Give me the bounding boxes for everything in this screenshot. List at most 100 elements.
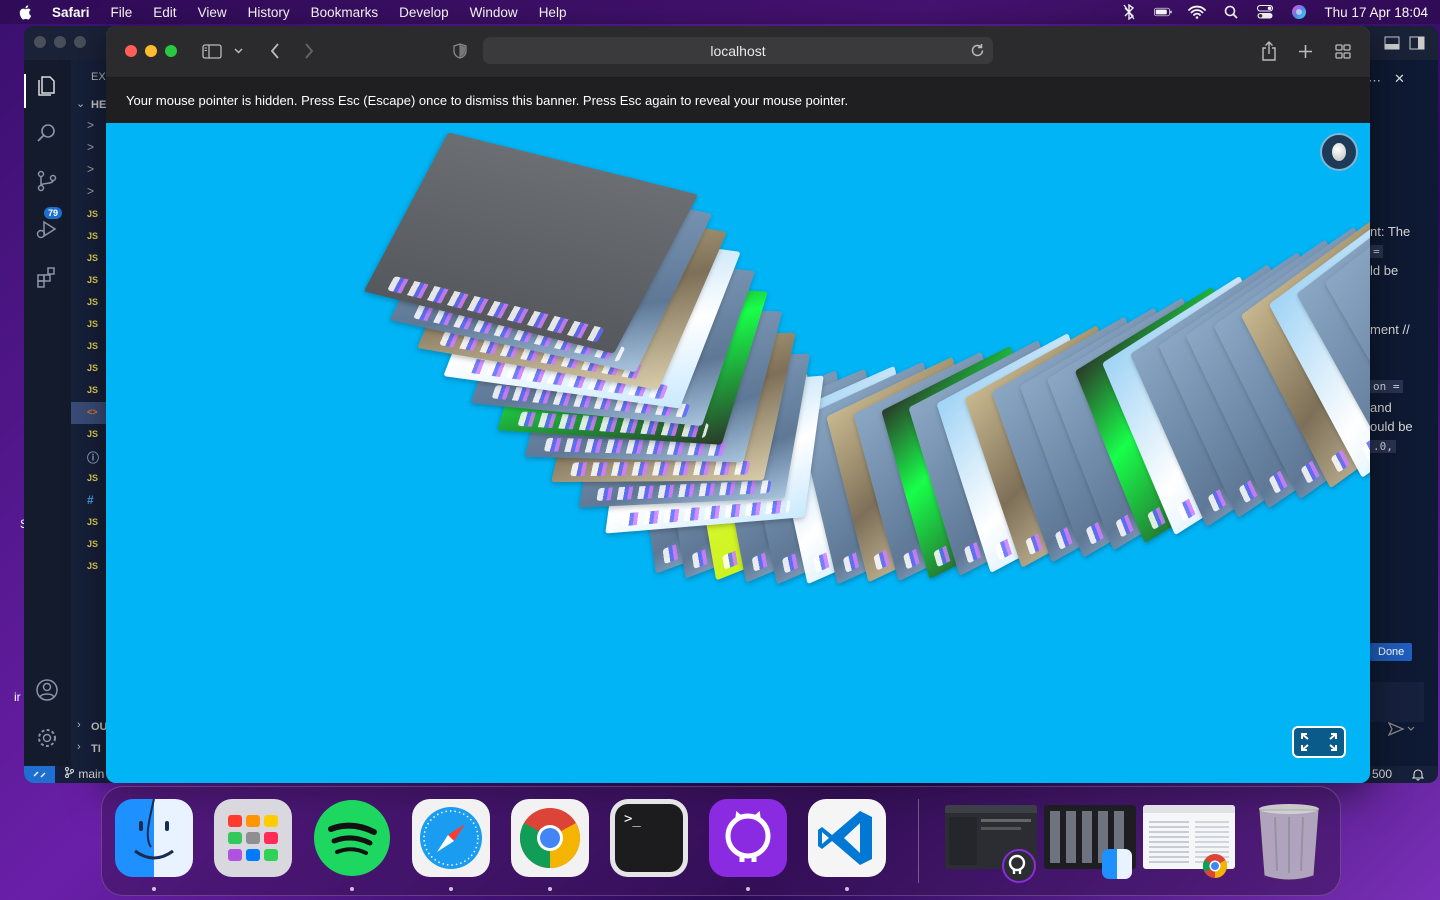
notifications-bell-icon[interactable] xyxy=(1412,768,1424,781)
fullscreen-button[interactable] xyxy=(1292,726,1346,758)
explorer-file-row[interactable]: JS xyxy=(71,534,107,556)
git-branch-status[interactable]: main xyxy=(64,767,104,781)
explorer-file-row[interactable]: > xyxy=(71,116,107,138)
forward-icon[interactable] xyxy=(298,41,320,61)
menu-window[interactable]: Window xyxy=(470,5,518,20)
send-icon[interactable] xyxy=(1388,722,1418,736)
toggle-panel-icon[interactable] xyxy=(1384,36,1400,50)
chevron-down-icon[interactable] xyxy=(232,41,244,61)
account-icon[interactable] xyxy=(35,678,59,702)
dock-chrome[interactable] xyxy=(511,799,589,877)
toggle-secondary-sidebar-icon[interactable] xyxy=(1409,36,1425,50)
dock-terminal[interactable]: >_ xyxy=(610,799,688,877)
privacy-shield-icon[interactable] xyxy=(449,41,471,61)
menu-edit[interactable]: Edit xyxy=(153,5,176,20)
explorer-file-row[interactable]: JS xyxy=(71,468,107,490)
js-file-icon: JS xyxy=(87,363,99,373)
remote-icon xyxy=(33,771,46,778)
webgl-canvas[interactable] xyxy=(106,123,1370,783)
close-window-button[interactable] xyxy=(125,45,137,57)
menu-bookmarks[interactable]: Bookmarks xyxy=(311,5,379,20)
explorer-file-row[interactable]: > xyxy=(71,138,107,160)
dock-safari[interactable] xyxy=(412,799,490,877)
explorer-file-row[interactable]: JS xyxy=(71,424,107,446)
dock-finder[interactable] xyxy=(115,799,193,877)
new-tab-icon[interactable] xyxy=(1294,41,1316,61)
outline-section-header[interactable]: › OU xyxy=(71,716,108,738)
avatar-orb[interactable] xyxy=(1320,133,1358,171)
control-center-icon[interactable] xyxy=(1256,4,1274,20)
explorer-file-row[interactable]: ⓘ xyxy=(71,446,107,468)
extensions-icon[interactable] xyxy=(35,265,59,289)
vscode-zoom-dot[interactable] xyxy=(74,36,86,48)
explorer-file-row[interactable]: JS xyxy=(71,292,107,314)
remote-indicator[interactable] xyxy=(24,766,55,783)
explorer-file-row[interactable]: JS xyxy=(71,270,107,292)
reload-icon[interactable] xyxy=(970,43,985,58)
explorer-file-row[interactable]: JS xyxy=(71,314,107,336)
explorer-file-row[interactable]: # xyxy=(71,490,107,512)
menu-view[interactable]: View xyxy=(198,5,227,20)
source-control-icon[interactable] xyxy=(35,169,59,193)
folder-file-icon: > xyxy=(87,184,95,198)
status-bar-item[interactable]: 500 xyxy=(1372,767,1392,781)
panel-close-icon[interactable]: ✕ xyxy=(1394,71,1405,87)
share-icon[interactable] xyxy=(1258,41,1280,61)
js-file-icon: JS xyxy=(87,385,99,395)
finder-icon xyxy=(134,799,174,860)
run-and-debug-icon[interactable] xyxy=(35,217,59,241)
dock-launchpad[interactable] xyxy=(214,799,292,877)
vscode-icon xyxy=(818,811,872,865)
explorer-file-row[interactable]: > xyxy=(71,182,107,204)
explorer-file-row[interactable]: <> xyxy=(71,402,107,424)
dock-github-desktop[interactable] xyxy=(709,799,787,877)
explorer-file-row[interactable]: JS xyxy=(71,336,107,358)
bluetooth-icon[interactable] xyxy=(1120,4,1138,20)
battery-icon[interactable] xyxy=(1154,4,1173,20)
explorer-file-row[interactable]: JS xyxy=(71,204,107,226)
chrome-icon xyxy=(519,808,581,868)
dock-spotify[interactable] xyxy=(313,799,391,877)
js-file-icon: JS xyxy=(87,297,99,307)
menu-history[interactable]: History xyxy=(248,5,290,20)
sidebar-toggle-icon[interactable] xyxy=(202,41,222,61)
dock-vscode[interactable] xyxy=(808,799,886,877)
settings-gear-icon[interactable] xyxy=(35,726,59,750)
explorer-files-icon[interactable] xyxy=(35,74,59,98)
menu-help[interactable]: Help xyxy=(539,5,567,20)
explorer-file-row[interactable]: JS xyxy=(71,512,107,534)
done-button[interactable]: Done xyxy=(1370,643,1413,661)
address-bar[interactable]: localhost xyxy=(483,37,993,64)
explorer-file-row[interactable]: JS xyxy=(71,248,107,270)
menu-file[interactable]: File xyxy=(111,5,133,20)
menu-develop[interactable]: Develop xyxy=(399,5,449,20)
explorer-file-row[interactable]: JS xyxy=(71,556,107,578)
github-desktop-badge-icon xyxy=(1002,849,1036,883)
explorer-file-row[interactable]: > xyxy=(71,160,107,182)
chat-input-box[interactable] xyxy=(1368,682,1424,722)
dock-trash[interactable] xyxy=(1250,799,1328,880)
explorer-file-row[interactable]: JS xyxy=(71,380,107,402)
vscode-close-dot[interactable] xyxy=(34,36,46,48)
menu-app-name[interactable]: Safari xyxy=(52,5,90,20)
explorer-section-header[interactable]: ⌄ HE xyxy=(71,94,107,116)
timeline-section-header[interactable]: › TI xyxy=(71,738,107,760)
siri-icon[interactable] xyxy=(1290,4,1308,20)
apple-menu-icon[interactable] xyxy=(18,4,34,20)
fullscreen-expand-icon xyxy=(1301,733,1337,751)
explorer-file-row[interactable]: JS xyxy=(71,226,107,248)
minimize-window-button[interactable] xyxy=(145,45,157,57)
macos-dock: >_ xyxy=(101,786,1341,896)
wifi-icon[interactable] xyxy=(1188,4,1207,20)
vscode-minimize-dot[interactable] xyxy=(54,36,66,48)
zoom-window-button[interactable] xyxy=(165,45,177,57)
tab-overview-icon[interactable] xyxy=(1332,41,1354,61)
menu-clock[interactable]: Thu 17 Apr 18:04 xyxy=(1324,5,1428,20)
spotlight-search-icon[interactable] xyxy=(1222,4,1240,20)
search-icon[interactable] xyxy=(35,121,59,145)
chat-text-fragment: and xyxy=(1370,400,1392,415)
running-indicator xyxy=(845,887,849,891)
explorer-file-row[interactable]: JS xyxy=(71,358,107,380)
back-icon[interactable] xyxy=(264,41,286,61)
safari-window[interactable]: localhost Your mouse pointer is hidden. … xyxy=(106,26,1370,783)
